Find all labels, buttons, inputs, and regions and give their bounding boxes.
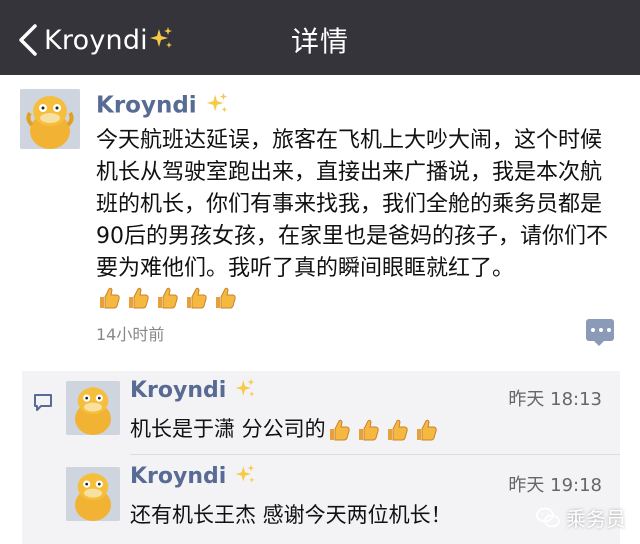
thumbs-up-icon <box>384 417 410 443</box>
thumbs-row <box>326 417 442 444</box>
post-author[interactable]: Kroyndi <box>96 91 229 121</box>
more-dots-icon[interactable] <box>586 319 614 346</box>
watermark-text: 乘务员 <box>566 507 626 531</box>
watermark: 乘务员 <box>536 503 626 532</box>
post-text: 今天航班达延误，旅客在飞机上大吵大闹，这个时候机长从驾驶室跑出来，直接出来广播说… <box>96 125 616 317</box>
thumbs-up-icon <box>96 285 122 311</box>
thumbs-up-icon <box>154 285 180 311</box>
thumbs-up-icon <box>212 285 238 311</box>
moment-post: Kroyndi 今天航班达延误，旅客在飞机上大吵大闹，这个时候机长从驾驶室跑出来… <box>0 75 640 375</box>
post-time: 14小时前 <box>96 325 165 344</box>
comment-bubble-icon <box>32 391 54 413</box>
wechat-logo-icon <box>536 507 560 529</box>
sparkles-icon <box>234 463 256 491</box>
comment-item[interactable]: Kroyndi 昨天 18:13 机长是于潇 分公司的 <box>62 371 612 457</box>
divider <box>130 454 620 455</box>
thumbs-up-icon <box>125 285 151 311</box>
page-title: 详情 <box>290 25 349 58</box>
comment-time: 昨天 18:13 <box>508 389 602 410</box>
thumbs-row <box>96 285 241 317</box>
comment-author[interactable]: Kroyndi <box>130 377 256 405</box>
thumbs-up-icon <box>183 285 209 311</box>
comment-author[interactable]: Kroyndi <box>130 463 256 491</box>
thumbs-up-icon <box>413 417 439 443</box>
comment-text: 机长是于潇 分公司的 <box>130 413 442 444</box>
comment-time: 昨天 19:18 <box>508 475 602 496</box>
avatar[interactable] <box>20 89 80 149</box>
thumbs-up-icon <box>355 417 381 443</box>
sparkles-icon <box>234 377 256 405</box>
comments-section: Kroyndi 昨天 18:13 机长是于潇 分公司的 Kroyndi 昨天 1… <box>22 371 620 544</box>
nav-bar: Kroyndi 详情 <box>0 0 640 75</box>
avatar[interactable] <box>66 467 120 521</box>
avatar[interactable] <box>66 381 120 435</box>
thumbs-up-icon <box>326 417 352 443</box>
sparkles-icon <box>205 91 229 121</box>
comment-text: 还有机长王杰 感谢今天两位机长！ <box>130 503 452 527</box>
comment-item[interactable]: Kroyndi 昨天 19:18 还有机长王杰 感谢今天两位机长！ <box>62 457 612 543</box>
